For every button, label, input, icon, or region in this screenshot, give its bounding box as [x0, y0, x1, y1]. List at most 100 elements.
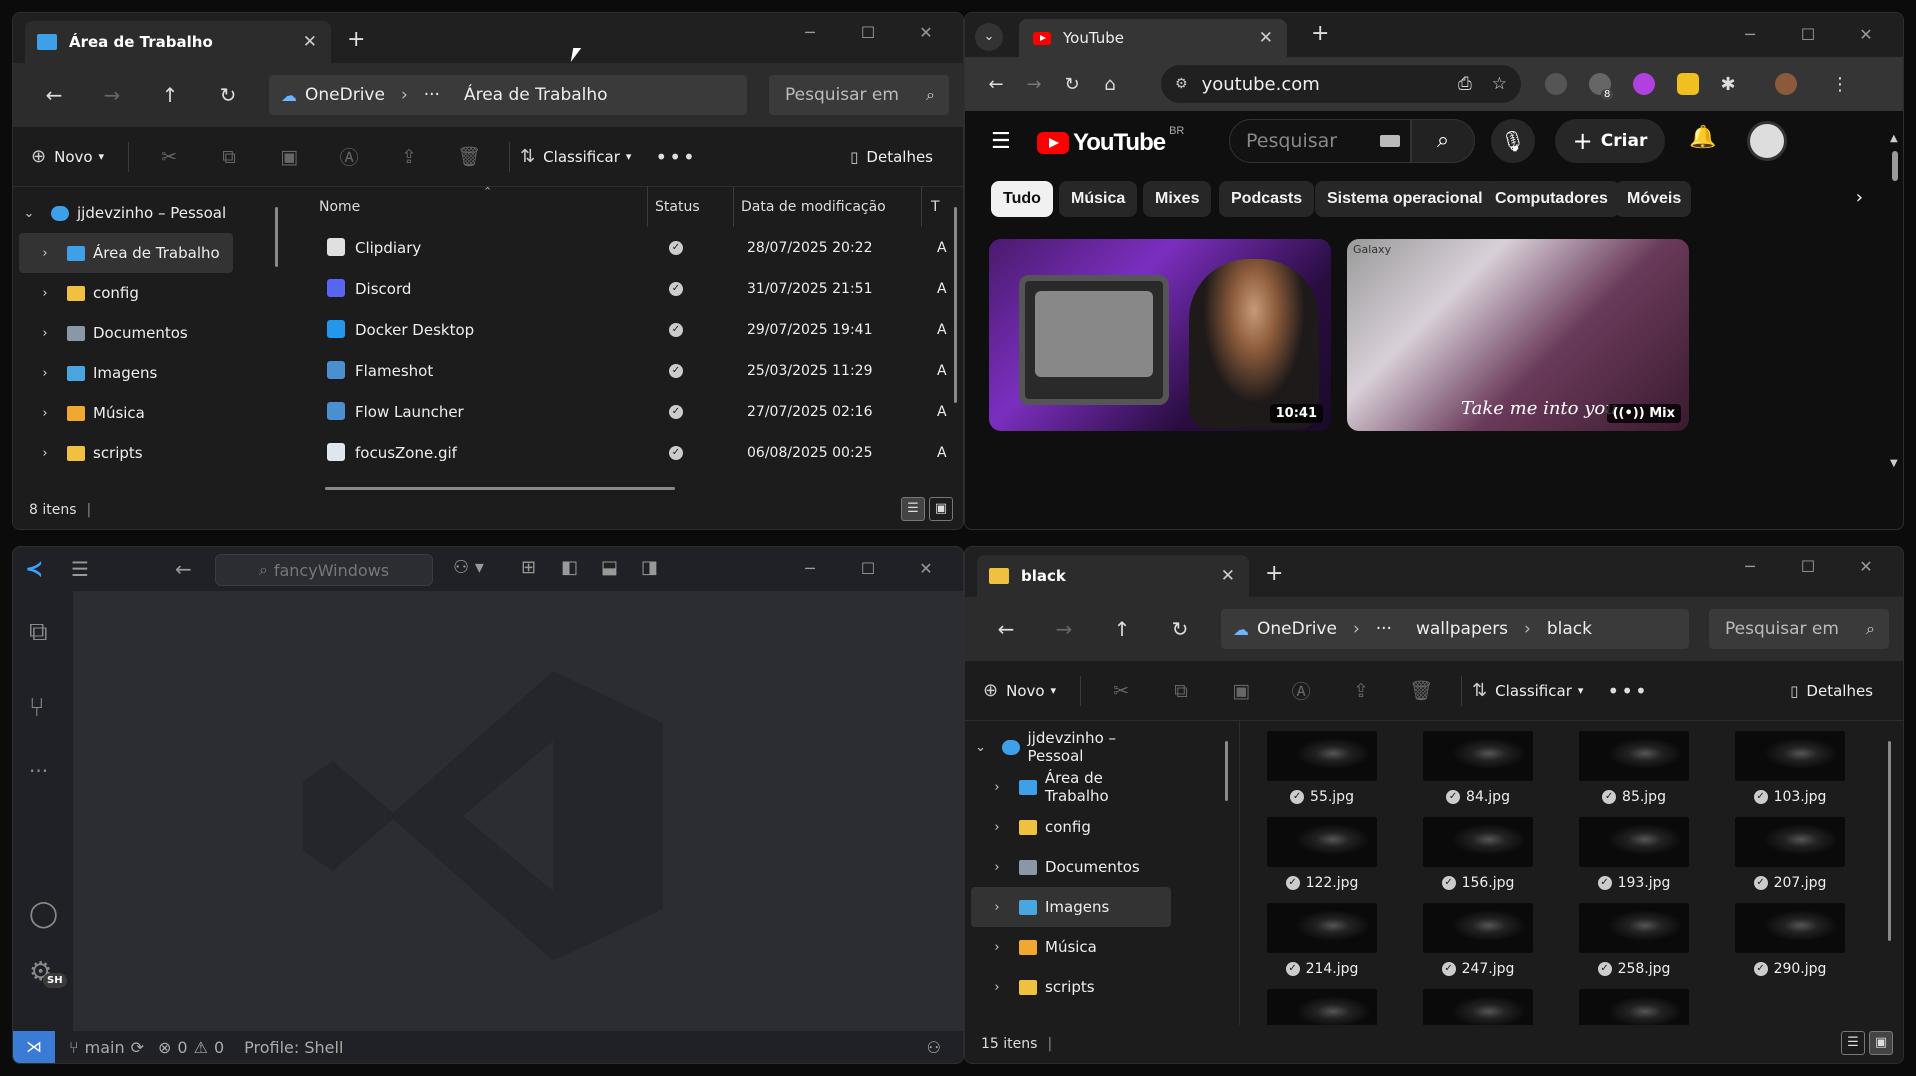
chip-moveis[interactable]: Móveis — [1615, 181, 1691, 217]
minimize-button[interactable]: ─ — [1721, 553, 1779, 581]
scrollbar-thumb[interactable] — [1892, 151, 1898, 181]
tree-item-config[interactable]: › config — [971, 807, 1171, 847]
vertical-scrollbar[interactable] — [954, 207, 957, 403]
tree-scrollbar[interactable] — [275, 207, 278, 267]
rename-icon[interactable]: Ⓐ — [319, 143, 379, 170]
keyboard-icon[interactable] — [1380, 135, 1400, 147]
reload-icon[interactable]: ↻ — [1053, 74, 1091, 95]
back-arrow-icon[interactable]: ← — [25, 83, 83, 107]
more-views-icon[interactable]: ··· — [29, 759, 48, 783]
remote-indicator-icon[interactable]: ⋊ — [13, 1031, 55, 1063]
close-window-button[interactable]: ✕ — [897, 19, 955, 47]
cut-icon[interactable]: ✂ — [1091, 680, 1151, 702]
menu-hamburger-icon[interactable]: ☰ — [991, 129, 1011, 154]
toggle-primary-sidebar-icon[interactable]: ◧ — [561, 557, 578, 578]
bookmark-star-icon[interactable]: ☆ — [1492, 74, 1507, 94]
thumbnail-item[interactable]: ✓ 84.jpg — [1423, 731, 1533, 805]
chrome-menu-icon[interactable]: ⋮ — [1821, 74, 1859, 95]
tiles-view-icon[interactable]: ▣ — [1869, 1031, 1893, 1055]
tree-item-area-de-trabalho[interactable]: › Área de Trabalho — [19, 233, 233, 273]
delete-icon[interactable]: 🗑 — [439, 145, 499, 168]
thumbnail-item[interactable]: ✓ 247.jpg — [1423, 903, 1533, 977]
minimize-button[interactable]: ─ — [781, 555, 839, 583]
new-tab-button[interactable]: + — [1265, 561, 1283, 586]
thumbnail-item[interactable]: ✓ 193.jpg — [1579, 817, 1689, 891]
search-input[interactable]: Pesquisar em ⌕ — [1709, 609, 1889, 649]
new-button[interactable]: ⊕ Novo ▾ — [983, 680, 1056, 701]
copilot-icon[interactable]: ⚇ ▾ — [453, 557, 484, 578]
back-arrow-icon[interactable]: ← — [175, 557, 192, 581]
close-tab-icon[interactable]: ✕ — [1259, 28, 1273, 48]
thumbnail-item[interactable]: ✓ 156.jpg — [1423, 817, 1533, 891]
video-thumbnail-1[interactable]: 10:41 — [989, 239, 1331, 431]
thumbnail-item[interactable]: ✓ 122.jpg — [1267, 817, 1377, 891]
refresh-icon[interactable]: ↻ — [199, 83, 257, 107]
breadcrumb-onedrive[interactable]: OneDrive — [1257, 619, 1337, 639]
page-scrollbar[interactable]: ▲ ▼ — [1889, 133, 1901, 469]
new-tab-button[interactable]: + — [347, 27, 365, 52]
tree-item-documentos[interactable]: › Documentos — [19, 313, 233, 353]
paste-icon[interactable]: ▣ — [259, 146, 319, 168]
tab-search-chevron-icon[interactable]: ⌄ — [975, 23, 1003, 51]
chip-sistema-operacional[interactable]: Sistema operacional — [1315, 181, 1495, 217]
new-tab-button[interactable]: + — [1311, 21, 1329, 46]
cut-icon[interactable]: ✂ — [139, 146, 199, 168]
maximize-button[interactable]: ☐ — [839, 555, 897, 583]
forward-arrow-icon[interactable]: → — [1015, 74, 1053, 95]
details-view-icon[interactable]: ☰ — [901, 497, 925, 521]
tree-item-imagens[interactable]: › Imagens — [971, 887, 1171, 927]
tree-item-musica[interactable]: › Música — [19, 393, 233, 433]
tree-item-jjdevzinho[interactable]: ⌄ jjdevzinho – Pessoal — [19, 193, 233, 233]
details-view-icon[interactable]: ☰ — [1841, 1031, 1865, 1055]
file-row[interactable]: Docker Desktop ✓ 29/07/2025 19:41 A — [303, 309, 963, 350]
video-thumbnail-2[interactable]: Galaxy Take me into you ((•)) Mix — [1347, 239, 1689, 431]
site-info-icon[interactable]: ⚙ — [1175, 76, 1188, 92]
profile-status[interactable]: Profile: Shell — [244, 1038, 343, 1057]
column-status[interactable]: Status — [655, 199, 700, 215]
problems-status[interactable]: ⊗ 0 ⚠ 0 — [158, 1038, 224, 1057]
chip-computadores[interactable]: Computadores — [1483, 181, 1620, 217]
sort-button[interactable]: ⇅ Classificar ▾ — [1472, 680, 1583, 701]
refresh-icon[interactable]: ↻ — [1151, 617, 1209, 641]
accounts-icon[interactable]: ◯ — [29, 899, 58, 929]
thumbnail-item[interactable]: ✓ 207.jpg — [1735, 817, 1845, 891]
minimize-button[interactable]: ─ — [1721, 21, 1779, 49]
close-window-button[interactable]: ✕ — [897, 555, 955, 583]
file-row[interactable]: Clipdiary ✓ 28/07/2025 20:22 A — [303, 227, 963, 268]
chevron-right-icon[interactable]: › — [1856, 187, 1863, 208]
scroll-up-icon[interactable]: ▲ — [1890, 133, 1898, 144]
close-tab-icon[interactable]: ✕ — [1221, 566, 1235, 586]
rename-icon[interactable]: Ⓐ — [1271, 677, 1331, 704]
file-row[interactable]: Discord ✓ 31/07/2025 21:51 A — [303, 268, 963, 309]
tree-item-config[interactable]: › config — [19, 273, 233, 313]
notifications-bell-icon[interactable]: 🔔 — [1689, 125, 1716, 150]
tab-area-de-trabalho[interactable]: Área de Trabalho ✕ — [25, 21, 331, 63]
column-date-modified[interactable]: Data de modificação — [741, 199, 886, 215]
home-icon[interactable]: ⌂ — [1091, 74, 1129, 95]
vertical-scrollbar[interactable] — [1888, 741, 1891, 941]
back-arrow-icon[interactable]: ← — [977, 74, 1015, 95]
up-arrow-icon[interactable]: ↑ — [1093, 617, 1151, 641]
horizontal-scrollbar[interactable] — [325, 487, 675, 490]
tab-youtube[interactable]: YouTube ✕ — [1019, 19, 1287, 57]
search-icon[interactable]: ⌕ — [1411, 119, 1475, 163]
more-options-icon[interactable]: ••• — [655, 145, 696, 169]
breadcrumb-wallpapers[interactable]: wallpapers — [1416, 619, 1508, 639]
thumbnail-item[interactable]: ✓ 103.jpg — [1735, 731, 1845, 805]
thumbnail-item[interactable]: ✓ 55.jpg — [1267, 731, 1377, 805]
thumbnail-item[interactable]: ✓ 85.jpg — [1579, 731, 1689, 805]
address-bar[interactable]: ☁ OneDrive › ··· Área de Trabalho — [269, 75, 747, 115]
branch-status[interactable]: ⑂ main ⟳ — [69, 1038, 144, 1057]
more-options-icon[interactable]: ••• — [1607, 679, 1648, 703]
copy-icon[interactable]: ⧉ — [199, 146, 259, 168]
tree-item-documentos[interactable]: › Documentos — [971, 847, 1171, 887]
extensions-puzzle-icon[interactable]: ✱ — [1709, 74, 1747, 95]
toggle-secondary-sidebar-icon[interactable]: ◨ — [641, 557, 658, 578]
file-row[interactable]: Flameshot ✓ 25/03/2025 11:29 A — [303, 350, 963, 391]
minimize-button[interactable]: ─ — [781, 19, 839, 47]
tree-item-area-de-trabalho[interactable]: › Área de Trabalho — [971, 767, 1171, 807]
maximize-button[interactable]: ☐ — [839, 19, 897, 47]
channel-avatar[interactable] — [1747, 121, 1787, 161]
search-input[interactable]: Pesquisar em ⌕ — [769, 75, 949, 115]
details-button[interactable]: ▯ Detalhes — [850, 148, 933, 166]
